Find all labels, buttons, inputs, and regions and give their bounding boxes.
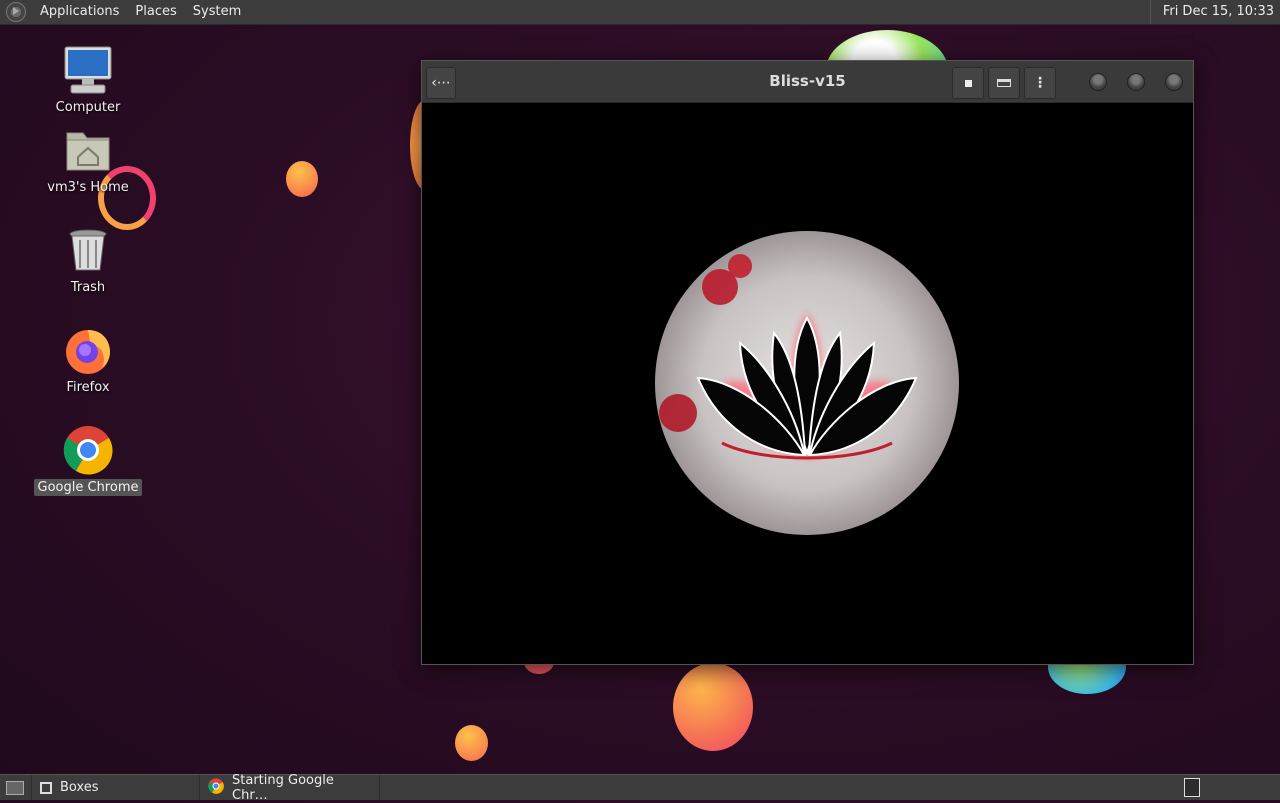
- menu-button[interactable]: ⋮: [1024, 67, 1056, 99]
- window-titlebar[interactable]: ‹⋯ Bliss-v15 ⋮: [422, 61, 1193, 103]
- stop-button[interactable]: [952, 67, 984, 99]
- desktop-icon-home[interactable]: vm3's Home: [33, 125, 143, 196]
- trash-icon: [63, 225, 113, 275]
- chrome-icon: [63, 425, 113, 475]
- show-desktop-button[interactable]: [0, 775, 32, 800]
- wallpaper-circle: [286, 161, 318, 197]
- taskbar-item-boxes[interactable]: Boxes: [32, 775, 200, 800]
- taskbar-item-label: Starting Google Chr…: [232, 772, 334, 803]
- desktop-icon-firefox[interactable]: Firefox: [33, 325, 143, 396]
- workspace-switcher[interactable]: [1184, 778, 1200, 797]
- firefox-icon: [63, 325, 113, 375]
- distro-logo-icon[interactable]: [6, 2, 26, 22]
- desktop-icon-chrome[interactable]: Google Chrome: [33, 425, 143, 496]
- menu-applications[interactable]: Applications: [32, 0, 127, 24]
- keyboard-icon: [997, 79, 1011, 87]
- home-folder-icon: [63, 125, 113, 175]
- menu-places[interactable]: Places: [127, 0, 184, 24]
- window-title: Bliss-v15: [769, 72, 846, 90]
- maximize-button[interactable]: [1127, 73, 1145, 91]
- vm-display[interactable]: [422, 103, 1193, 664]
- wallpaper-circle: [673, 663, 753, 751]
- bottom-panel: Boxes Starting Google Chr…: [0, 772, 1280, 803]
- minimize-button[interactable]: [1089, 73, 1107, 91]
- desktop-icon-label: Trash: [70, 280, 106, 295]
- menu-system[interactable]: System: [185, 0, 249, 24]
- desktop-icon-trash[interactable]: Trash: [33, 225, 143, 296]
- taskbar-item-chrome[interactable]: Starting Google Chr…: [200, 772, 380, 803]
- computer-icon: [63, 45, 113, 95]
- stop-icon: [964, 79, 972, 87]
- desktop-icon-label: Google Chrome: [33, 479, 143, 496]
- back-icon: ‹⋯: [431, 75, 451, 91]
- boxes-icon: [40, 781, 52, 794]
- desktop-icon-label: Computer: [55, 100, 121, 115]
- bliss-boot-logo: [655, 231, 959, 535]
- keyboard-button[interactable]: [988, 67, 1020, 99]
- desktop-icon-label: Firefox: [66, 380, 110, 395]
- chrome-icon: [208, 777, 224, 798]
- close-button[interactable]: [1165, 73, 1183, 91]
- back-button[interactable]: ‹⋯: [426, 67, 456, 99]
- wallpaper-circle: [455, 725, 488, 761]
- top-panel: Applications Places System Fri Dec 15, 1…: [0, 0, 1280, 25]
- show-desktop-icon: [6, 780, 24, 795]
- desktop-icon-label: vm3's Home: [47, 180, 129, 195]
- clock[interactable]: Fri Dec 15, 10:33: [1149, 0, 1280, 24]
- taskbar-item-label: Boxes: [60, 780, 99, 795]
- desktop-icon-computer[interactable]: Computer: [33, 45, 143, 116]
- vm-window: ‹⋯ Bliss-v15 ⋮: [421, 60, 1194, 665]
- menu-icon: ⋮: [1033, 75, 1047, 91]
